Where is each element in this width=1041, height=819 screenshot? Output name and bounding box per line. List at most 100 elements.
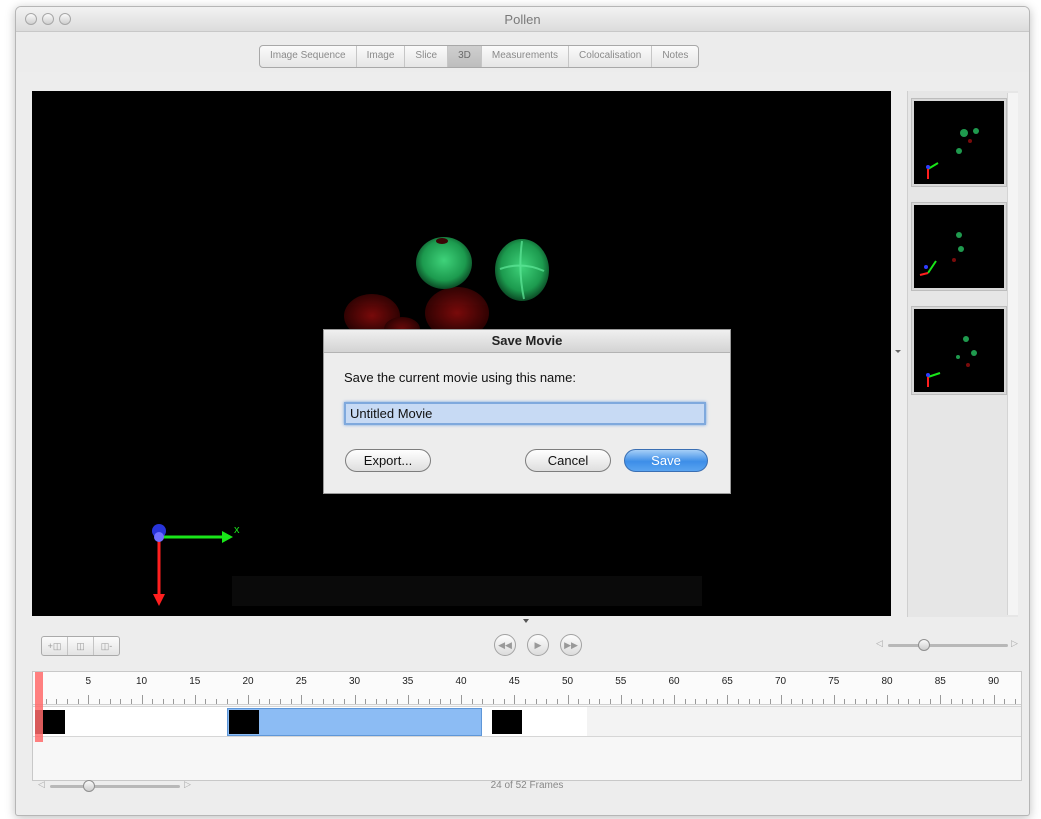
dialog-prompt: Save the current movie using this name:	[344, 370, 576, 385]
tab-slice[interactable]: Slice	[405, 46, 449, 67]
tick-mark	[311, 699, 313, 704]
tick-mark	[173, 699, 175, 704]
tick-mark	[88, 695, 90, 704]
movie-name-input[interactable]	[344, 402, 706, 425]
tick-mark	[844, 699, 846, 704]
selected-segment[interactable]	[226, 708, 483, 736]
tick-mark	[823, 699, 825, 704]
tick-mark	[620, 695, 622, 704]
tick-mark	[684, 699, 686, 704]
tick-mark	[950, 699, 952, 704]
tick-mark	[727, 695, 729, 704]
tick-mark	[450, 699, 452, 704]
thumbnail-splitter-handle[interactable]	[895, 350, 901, 353]
speed-fast-icon: ▷	[1011, 638, 1018, 648]
thumbnail-1[interactable]	[912, 99, 1006, 186]
tick-mark	[833, 695, 835, 704]
tick-mark	[567, 695, 569, 704]
tab-3d[interactable]: 3D	[448, 46, 482, 67]
thumbnail-2[interactable]	[912, 203, 1006, 290]
keyframe-3[interactable]	[492, 710, 523, 734]
axis-gizmo	[152, 524, 233, 606]
tick-mark	[333, 699, 335, 704]
tick-label: 80	[881, 676, 893, 687]
tick-mark	[610, 699, 612, 704]
tick-mark	[588, 699, 590, 704]
tick-mark	[290, 699, 292, 704]
tick-mark	[322, 699, 324, 704]
remove-keyframe-icon[interactable]: ◫-	[94, 637, 119, 655]
tick-mark	[343, 699, 345, 704]
tick-mark	[897, 699, 899, 704]
tab-measurements[interactable]: Measurements	[482, 46, 570, 67]
tab-image-sequence[interactable]: Image Sequence	[260, 46, 357, 67]
tick-mark	[876, 699, 878, 704]
tick-mark	[98, 699, 100, 704]
tick-mark	[354, 695, 356, 704]
keyframe-tools-group: +◫ ◫ ◫-	[41, 636, 120, 656]
tick-mark	[1004, 699, 1006, 704]
cancel-button[interactable]: Cancel	[525, 449, 611, 472]
thumbnail-3[interactable]	[912, 307, 1006, 394]
timeline-track[interactable]	[33, 706, 587, 737]
tick-mark	[812, 699, 814, 704]
tick-label: 65	[721, 676, 733, 687]
tick-mark	[929, 699, 931, 704]
tick-mark	[887, 695, 888, 704]
tick-mark	[546, 699, 548, 704]
speed-slider-knob[interactable]	[918, 639, 930, 651]
speed-slider-track[interactable]	[888, 644, 1008, 647]
tick-mark	[780, 695, 782, 704]
tick-mark	[791, 699, 793, 704]
tick-label: 25	[295, 676, 307, 687]
play-button[interactable]: ▶	[527, 634, 549, 656]
tick-mark	[120, 699, 122, 704]
tick-label: 30	[348, 676, 361, 687]
viewport-splitter-handle[interactable]	[523, 619, 529, 623]
speed-slow-icon: ◁	[876, 638, 883, 648]
tick-mark	[216, 699, 218, 704]
add-keyframe-icon[interactable]: +◫	[42, 637, 68, 655]
tick-mark	[205, 699, 207, 704]
tick-mark	[759, 699, 761, 704]
tick-mark	[748, 699, 750, 704]
tick-mark	[908, 699, 910, 704]
tick-mark	[535, 699, 537, 704]
tick-label: 75	[828, 676, 840, 687]
tick-mark	[141, 695, 143, 704]
tick-mark	[397, 699, 399, 704]
tick-mark	[407, 695, 409, 704]
tick-mark	[184, 699, 186, 704]
tick-label: 60	[668, 676, 680, 687]
frame-count-label: 24 of 52 Frames	[490, 780, 564, 791]
tick-mark	[258, 699, 260, 704]
tick-label: 5	[85, 676, 92, 687]
tab-bar: Image Sequence Image Slice 3D Measuremen…	[259, 45, 700, 68]
tick-mark	[365, 699, 367, 704]
tick-label: 15	[189, 676, 201, 687]
save-button[interactable]: Save	[624, 449, 708, 472]
tick-mark	[865, 699, 867, 704]
tick-label: 20	[242, 676, 254, 687]
rewind-button[interactable]: ◀◀	[494, 634, 516, 656]
tab-notes[interactable]: Notes	[652, 46, 698, 67]
x-axis-label: x	[234, 524, 240, 536]
export-button[interactable]: Export...	[345, 449, 431, 472]
playhead[interactable]	[35, 672, 43, 742]
timeline-empty-area[interactable]	[587, 706, 1021, 737]
thumbnails-scrollbar[interactable]	[1007, 93, 1018, 615]
timeline-ruler[interactable]: 5 10 15 20 25 30 35 40 45 50 55 60 65 70 75 80 85 90	[33, 672, 1021, 705]
tick-mark	[556, 699, 558, 704]
tab-image[interactable]: Image	[357, 46, 406, 67]
fast-forward-button[interactable]: ▶▶	[560, 634, 582, 656]
tick-mark	[279, 699, 281, 704]
tick-mark	[418, 699, 420, 704]
tick-mark	[524, 699, 526, 704]
timeline[interactable]: 5 10 15 20 25 30 35 40 45 50 55 60 65 70 75 80 85 90	[32, 671, 1022, 781]
tick-mark	[386, 699, 388, 704]
tab-colocalisation[interactable]: Colocalisation	[569, 46, 653, 67]
keyframe-2[interactable]	[228, 710, 259, 734]
tick-mark	[737, 699, 739, 704]
tick-mark	[769, 699, 771, 704]
camera-icon[interactable]: ◫	[68, 637, 94, 655]
